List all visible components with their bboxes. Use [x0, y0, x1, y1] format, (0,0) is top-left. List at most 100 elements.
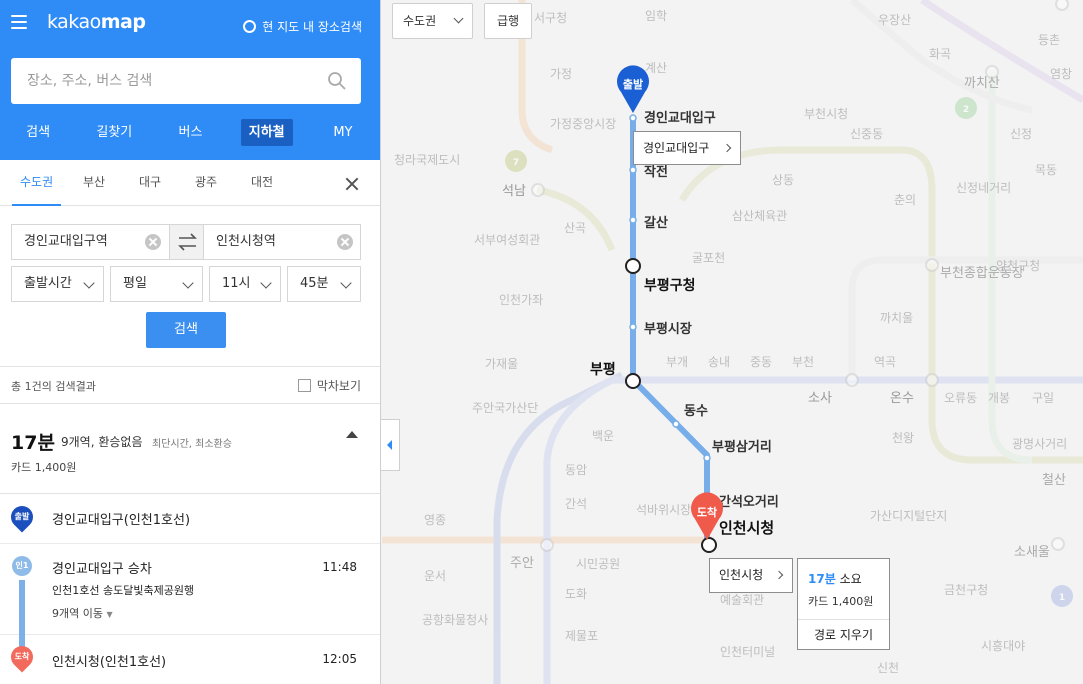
svg-text:철산: 철산: [1042, 473, 1066, 488]
svg-text:부평삼거리: 부평삼거리: [712, 439, 772, 455]
chevron-right-icon: [722, 143, 732, 153]
svg-text:중동: 중동: [750, 355, 772, 369]
tab-directions[interactable]: 길찾기: [76, 118, 152, 148]
minute-select[interactable]: 45분: [287, 266, 361, 302]
boarding-time: 11:48: [322, 560, 357, 574]
svg-text:석바위시장: 석바위시장: [636, 503, 691, 517]
chevron-right-icon: [774, 570, 784, 580]
panel-header: kakaomap 현 지도 내 장소검색 검색 길찾기 버스 지하철 MY: [0, 0, 380, 160]
express-toggle[interactable]: 급행: [484, 3, 532, 39]
svg-text:갈산: 갈산: [644, 215, 668, 231]
route-station-labels: 경인교대입구 작전 갈산 부평구청 부평시장 부평 동수 부평삼거리 간석오거리…: [590, 110, 779, 537]
station-transfer-marker: [625, 373, 641, 389]
svg-text:간석: 간석: [565, 497, 587, 511]
origin-field[interactable]: 경인교대입구역: [12, 225, 169, 259]
svg-text:온수: 온수: [890, 391, 914, 406]
map-scope-search-toggle[interactable]: 현 지도 내 장소검색: [243, 18, 362, 35]
route-search-button[interactable]: 검색: [146, 312, 226, 348]
svg-text:서부여성회관: 서부여성회관: [474, 233, 540, 247]
swap-route-button[interactable]: [169, 225, 204, 259]
swap-icon: [178, 233, 197, 251]
svg-text:시흥대야: 시흥대야: [981, 639, 1025, 653]
stops-toggle[interactable]: 9개역 이동 ▼: [52, 605, 113, 621]
region-select[interactable]: 수도권: [392, 3, 473, 39]
svg-text:출발: 출발: [623, 77, 643, 91]
time-type-select[interactable]: 출발시간: [11, 266, 104, 302]
svg-text:2: 2: [963, 105, 969, 115]
checkbox-icon[interactable]: [297, 379, 311, 392]
city-tab-gwangju[interactable]: 광주: [195, 160, 217, 204]
start-pin-icon: 출발: [617, 65, 649, 113]
end-station-tip[interactable]: 인천시청: [709, 558, 793, 593]
svg-text:산곡: 산곡: [564, 221, 586, 235]
side-panel: kakaomap 현 지도 내 장소검색 검색 길찾기 버스 지하철 MY: [0, 0, 381, 684]
chevron-down-icon: [260, 277, 272, 289]
triangle-down-icon: ▼: [106, 610, 113, 619]
last-train-toggle[interactable]: 막차보기: [297, 377, 361, 394]
svg-text:역곡: 역곡: [874, 355, 896, 369]
svg-text:임학: 임학: [645, 9, 667, 23]
kakaomap-logo[interactable]: kakaomap: [47, 11, 146, 33]
start-station-tip[interactable]: 경인교대입구: [633, 131, 741, 165]
svg-text:광명사거리: 광명사거리: [1012, 437, 1067, 451]
svg-text:굴포천: 굴포천: [692, 250, 725, 265]
svg-text:가정: 가정: [550, 67, 572, 81]
day-select[interactable]: 평일: [110, 266, 203, 302]
clear-origin-icon[interactable]: [145, 234, 161, 250]
svg-text:우장산: 우장산: [878, 13, 911, 27]
route-summary-text: 9개역, 환승없음: [61, 435, 143, 449]
svg-text:신정네거리: 신정네거리: [956, 181, 1011, 195]
svg-text:인천터미널: 인천터미널: [720, 644, 775, 659]
destination-field[interactable]: 인천시청역: [204, 225, 361, 259]
svg-text:소새울: 소새울: [1014, 545, 1050, 560]
departure-station: 경인교대입구(인천1호선): [52, 513, 191, 528]
svg-text:신천: 신천: [877, 660, 899, 675]
collapse-icon[interactable]: [346, 431, 358, 438]
result-bar: 총 1건의 검색결과 막차보기: [0, 366, 380, 404]
svg-text:부개: 부개: [666, 355, 688, 369]
step-departure[interactable]: 출발 경인교대입구(인천1호선): [0, 494, 380, 544]
clear-destination-icon[interactable]: [337, 234, 353, 250]
step-arrival[interactable]: 도착 인천시청(인천1호선) 12:05: [0, 635, 380, 684]
info-duration: 17분 소요: [808, 572, 862, 586]
svg-text:신정: 신정: [1010, 127, 1032, 141]
hour-select[interactable]: 11시: [209, 266, 281, 302]
step-ride[interactable]: 경인교대입구 승차 11:48 인천1호선 송도달빛축제공원행 9개역 이동 ▼: [0, 544, 380, 635]
city-tab-daegu[interactable]: 대구: [139, 160, 161, 204]
svg-text:소사: 소사: [808, 391, 832, 406]
city-tab-capital[interactable]: 수도권: [12, 160, 62, 206]
tab-my[interactable]: MY: [305, 118, 380, 148]
train-direction: 인천1호선 송도달빛축제공원행: [52, 584, 195, 597]
line-badge: 인1: [12, 556, 32, 576]
search-icon[interactable]: [327, 71, 347, 91]
svg-text:1: 1: [1059, 593, 1065, 603]
svg-text:예술회관: 예술회관: [720, 593, 764, 607]
close-icon[interactable]: [345, 177, 359, 191]
tab-search[interactable]: 검색: [0, 118, 76, 148]
city-tabs: 수도권 부산 대구 광주 대전: [0, 160, 380, 206]
svg-text:도화: 도화: [565, 587, 587, 601]
svg-text:염창: 염창: [1050, 67, 1072, 81]
fare: 카드 1,400원: [11, 461, 77, 474]
svg-text:서구청: 서구청: [534, 11, 567, 25]
svg-text:목동: 목동: [1035, 163, 1057, 177]
svg-text:동암: 동암: [565, 463, 587, 477]
app-root: kakaomap 현 지도 내 장소검색 검색 길찾기 버스 지하철 MY: [0, 0, 1083, 684]
hamburger-menu-icon[interactable]: [11, 15, 27, 29]
route-tags: 최단시간, 최소환승: [152, 439, 232, 450]
route-summary[interactable]: 17분 9개역, 환승없음 최단시간, 최소환승 카드 1,400원: [0, 404, 380, 494]
svg-text:가정중앙시장: 가정중앙시장: [550, 117, 616, 131]
svg-text:계산: 계산: [645, 61, 667, 75]
svg-text:오류동: 오류동: [944, 391, 977, 405]
tab-subway[interactable]: 지하철: [229, 118, 305, 148]
tab-bus[interactable]: 버스: [152, 118, 228, 148]
svg-text:화곡: 화곡: [929, 47, 951, 61]
city-tab-daejeon[interactable]: 대전: [251, 160, 273, 204]
svg-text:공항화물청사: 공항화물청사: [422, 613, 488, 627]
clear-route-button[interactable]: 경로 지우기: [798, 619, 889, 650]
radio-icon[interactable]: [243, 20, 257, 33]
svg-text:부평시장: 부평시장: [644, 321, 692, 337]
city-tab-busan[interactable]: 부산: [83, 160, 105, 204]
route-inputs: 경인교대입구역 인천시청역: [11, 224, 361, 260]
search-input[interactable]: [11, 58, 321, 104]
